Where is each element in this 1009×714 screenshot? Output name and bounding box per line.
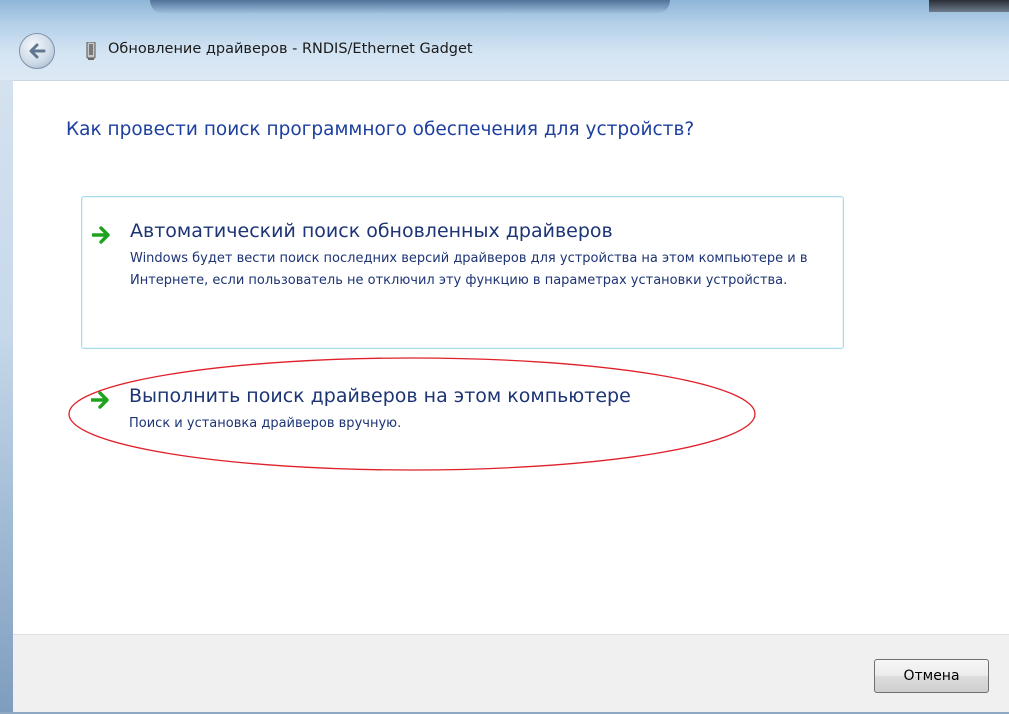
window-left-edge [0, 80, 13, 714]
auto-search-title: Автоматический поиск обновленных драйвер… [130, 220, 613, 242]
green-arrow-icon [91, 391, 109, 409]
back-arrow-icon [29, 43, 46, 59]
title-bar: Обновление драйверов - RNDIS/Ethernet Ga… [0, 0, 1009, 80]
browse-computer-title: Выполнить поиск драйверов на этом компью… [129, 385, 631, 407]
footer-bar [13, 634, 1009, 714]
browse-computer-option[interactable]: Выполнить поиск драйверов на этом компью… [81, 371, 751, 461]
green-arrow-icon [92, 226, 110, 244]
window-title: Обновление драйверов - RNDIS/Ethernet Ga… [108, 41, 473, 57]
back-button[interactable] [19, 33, 55, 69]
title-bar-sheen [150, 0, 670, 14]
browse-computer-description: Поиск и установка драйверов вручную. [129, 416, 402, 431]
auto-search-option[interactable]: Автоматический поиск обновленных драйвер… [81, 196, 844, 349]
content-area [13, 80, 1009, 635]
cancel-button[interactable]: Отмена [874, 659, 989, 693]
driver-update-window: Обновление драйверов - RNDIS/Ethernet Ga… [0, 0, 1009, 714]
auto-search-description: Windows будет вести поиск последних верс… [130, 251, 808, 288]
device-icon [86, 42, 96, 60]
page-heading: Как провести поиск программного обеспече… [66, 119, 695, 140]
title-bar-corner [929, 0, 1009, 12]
